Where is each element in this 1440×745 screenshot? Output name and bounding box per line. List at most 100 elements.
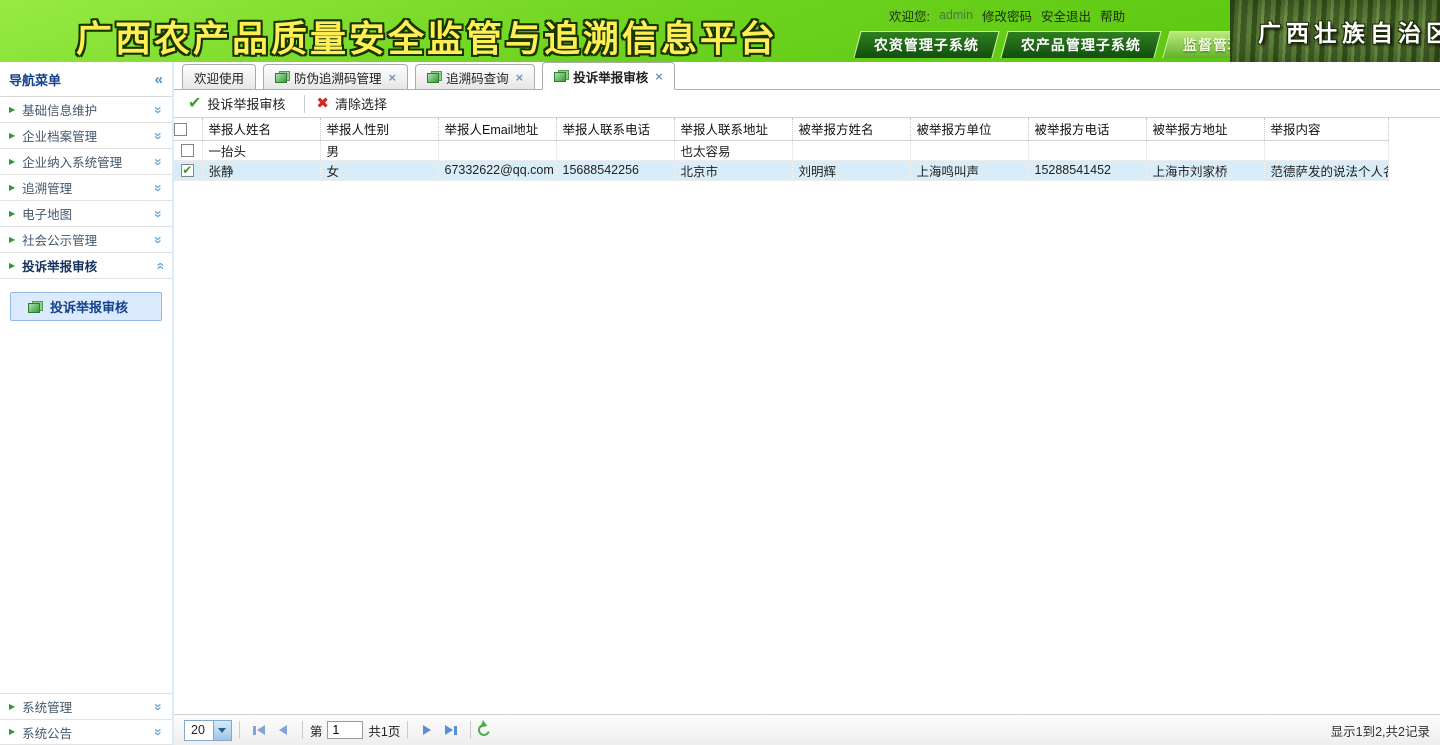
nav-expand-panel: 投诉举报审核: [0, 279, 172, 693]
chevron-down-icon: »: [152, 132, 166, 140]
column-header[interactable]: 举报人姓名: [202, 118, 320, 140]
cell: 一抬头: [202, 140, 320, 160]
tab-close-icon[interactable]: ×: [516, 70, 524, 85]
bullet-icon: ▶: [9, 184, 15, 192]
sidebar-item-enterprise-system[interactable]: ▶ 企业纳入系统管理 »: [0, 149, 172, 175]
bullet-icon: ▶: [9, 262, 15, 270]
toolbar: ✔ 投诉举报审核 ✖ 清除选择: [174, 90, 1440, 118]
sidebar-item-system-management[interactable]: ▶ 系统管理 »: [0, 693, 172, 719]
review-complaint-button[interactable]: ✔ 投诉举报审核: [184, 94, 297, 113]
chevron-down-icon: »: [152, 703, 166, 711]
chevron-up-icon: »: [152, 262, 166, 270]
cell: 也太容易: [674, 140, 792, 160]
folder-stack-icon: [275, 71, 289, 83]
column-header[interactable]: 被举报方姓名: [792, 118, 910, 140]
chevron-down-icon: »: [152, 728, 166, 736]
sidebar: 导航菜单 « ▶ 基础信息维护 » ▶ 企业档案管理 » ▶ 企业纳入系统管理 …: [0, 62, 174, 745]
cell: [910, 140, 1028, 160]
pagination-bar: 20 第 共1页 显示1到2,共2记录: [174, 714, 1440, 745]
tab-close-icon[interactable]: ×: [389, 70, 397, 85]
welcome-prefix: 欢迎您:: [889, 6, 930, 25]
cell: [792, 140, 910, 160]
sidebar-item-system-announcement[interactable]: ▶ 系统公告 »: [0, 719, 172, 745]
header-right: 欢迎您: admin 修改密码 安全退出 帮助 农资管理子系统 农产品管理子系统…: [855, 0, 1230, 62]
cell: 女: [320, 160, 438, 180]
page-size-select[interactable]: 20: [184, 720, 232, 741]
nav-header: 导航菜单 «: [0, 62, 172, 97]
cell: 范德萨发的说法个人名: [1264, 160, 1388, 180]
bullet-icon: ▶: [9, 236, 15, 244]
nav-title: 导航菜单: [9, 70, 61, 89]
bullet-icon: ▶: [9, 703, 15, 711]
bullet-icon: ▶: [9, 728, 15, 736]
help-link[interactable]: 帮助: [1100, 6, 1125, 25]
cell: 上海鸣叫声: [910, 160, 1028, 180]
select-all-checkbox[interactable]: [174, 123, 187, 136]
refresh-icon[interactable]: [476, 722, 492, 738]
row-checkbox[interactable]: [181, 144, 194, 157]
subsystem-buttons: 农资管理子系统 农产品管理子系统 监督管理: [855, 30, 1230, 58]
tab-close-icon[interactable]: ×: [655, 69, 663, 84]
collapse-sidebar-icon[interactable]: «: [155, 71, 163, 88]
table-row[interactable]: 一抬头 男 也太容易: [174, 140, 1388, 160]
bullet-icon: ▶: [9, 132, 15, 140]
page-number-input[interactable]: [327, 721, 363, 739]
wheat-field-banner: 广西壮族自治区: [1230, 0, 1440, 62]
logout-link[interactable]: 安全退出: [1041, 6, 1091, 25]
record-info: 显示1到2,共2记录: [1331, 721, 1430, 740]
welcome-line: 欢迎您: admin 修改密码 安全退出 帮助: [855, 0, 1230, 30]
clear-icon: ✖: [316, 96, 329, 111]
tab-trace-code-query[interactable]: 追溯码查询 ×: [415, 64, 535, 89]
cell: 上海市刘家桥: [1146, 160, 1264, 180]
submenu-item-complaint-review[interactable]: 投诉举报审核: [10, 292, 162, 321]
row-checkbox[interactable]: [181, 164, 194, 177]
last-page-button[interactable]: [439, 720, 463, 740]
column-header[interactable]: 举报人联系电话: [556, 118, 674, 140]
chevron-down-icon: »: [152, 106, 166, 114]
main-content: 欢迎使用 防伪追溯码管理 × 追溯码查询 × 投诉举报审核 × ✔ 投诉举报审核: [174, 62, 1440, 745]
cell: 张静: [202, 160, 320, 180]
content-filler: [174, 181, 1440, 715]
column-header[interactable]: 举报人联系地址: [674, 118, 792, 140]
column-header[interactable]: 举报人Email地址: [438, 118, 556, 140]
subsystem-button-agri-materials[interactable]: 农资管理子系统: [853, 31, 999, 58]
app-title: 广西农产品质量安全监管与追溯信息平台: [76, 10, 778, 62]
chevron-down-icon: [213, 721, 231, 740]
cell: 15688542256: [556, 160, 674, 180]
check-icon: ✔: [188, 96, 201, 112]
cell: [1146, 140, 1264, 160]
prev-page-button[interactable]: [271, 720, 295, 740]
next-page-button[interactable]: [415, 720, 439, 740]
cell: [556, 140, 674, 160]
change-password-link[interactable]: 修改密码: [982, 6, 1032, 25]
tab-complaint-review[interactable]: 投诉举报审核 ×: [542, 62, 675, 90]
cell: 北京市: [674, 160, 792, 180]
cell: 刘明辉: [792, 160, 910, 180]
total-pages-label: 共1页: [368, 721, 400, 740]
table-row[interactable]: 张静 女 67332622@qq.com 15688542256 北京市 刘明辉…: [174, 160, 1388, 180]
page-prefix-label: 第: [310, 721, 323, 740]
sidebar-item-trace-management[interactable]: ▶ 追溯管理 »: [0, 175, 172, 201]
tab-bar: 欢迎使用 防伪追溯码管理 × 追溯码查询 × 投诉举报审核 ×: [174, 62, 1440, 90]
first-page-button[interactable]: [247, 720, 271, 740]
cell: 男: [320, 140, 438, 160]
sidebar-item-electronic-map[interactable]: ▶ 电子地图 »: [0, 201, 172, 227]
sidebar-item-basic-info[interactable]: ▶ 基础信息维护 »: [0, 97, 172, 123]
tab-welcome[interactable]: 欢迎使用: [182, 64, 256, 89]
column-header[interactable]: 被举报方电话: [1028, 118, 1146, 140]
sidebar-item-enterprise-archive[interactable]: ▶ 企业档案管理 »: [0, 123, 172, 149]
clear-selection-button[interactable]: ✖ 清除选择: [312, 94, 399, 113]
column-header[interactable]: 举报内容: [1264, 118, 1388, 140]
column-header[interactable]: 被举报方地址: [1146, 118, 1264, 140]
column-header[interactable]: 举报人性别: [320, 118, 438, 140]
column-header[interactable]: 被举报方单位: [910, 118, 1028, 140]
bullet-icon: ▶: [9, 106, 15, 114]
tab-anticounterfeit-trace-code[interactable]: 防伪追溯码管理 ×: [263, 64, 408, 89]
folder-stack-icon: [427, 71, 441, 83]
subsystem-button-agri-products[interactable]: 农产品管理子系统: [1000, 31, 1161, 58]
header-checkbox-cell: [174, 118, 202, 140]
sidebar-item-complaint-review[interactable]: ▶ 投诉举报审核 »: [0, 253, 172, 279]
cell: 15288541452: [1028, 160, 1146, 180]
cell: [1028, 140, 1146, 160]
sidebar-item-public-notice[interactable]: ▶ 社会公示管理 »: [0, 227, 172, 253]
